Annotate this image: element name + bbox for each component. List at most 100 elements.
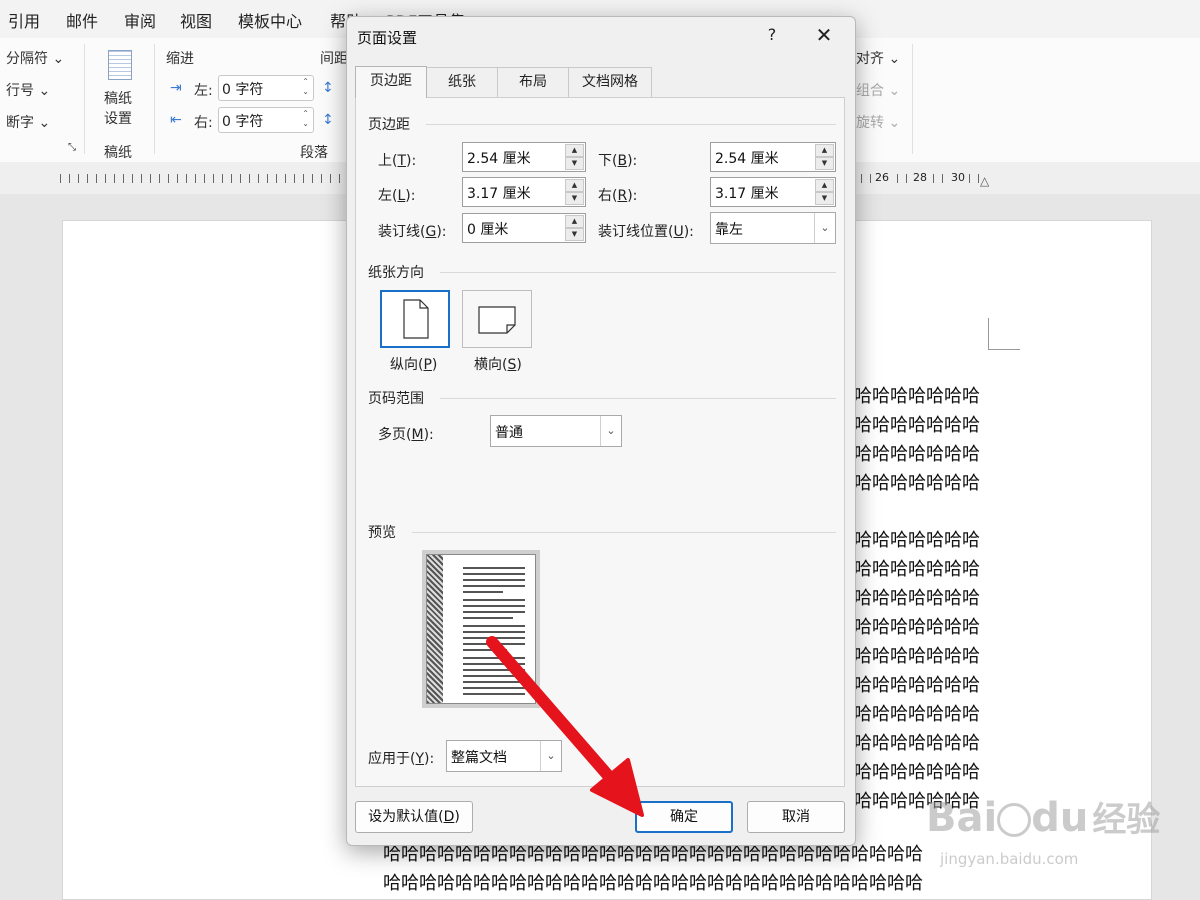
spin-down-icon[interactable]: ▼ [565,228,584,241]
gutter-position-label: 装订线位置(U): [598,224,694,240]
document-line[interactable]: 哈哈哈哈哈哈哈 [854,729,980,755]
close-icon[interactable]: ✕ [813,23,835,47]
hyphenation-button[interactable]: 断字 ⌄ [6,112,50,132]
chevron-down-icon[interactable]: ⌄ [814,213,835,243]
document-line[interactable]: 哈哈哈哈哈哈哈 [854,555,980,581]
preview-text-line [463,611,525,613]
tab-document-grid[interactable]: 文档网格 [568,67,652,97]
ribbon-divider [84,44,85,154]
margins-section-title: 页边距 [368,117,410,133]
spin-up-icon[interactable]: ▲ [565,144,584,157]
tab-layout[interactable]: 布局 [497,67,569,97]
landscape-option[interactable] [462,290,532,348]
portrait-label: 纵向(P) [390,357,438,373]
document-line[interactable]: 哈哈哈哈哈哈哈 [854,469,980,495]
portrait-option[interactable] [380,290,450,348]
preview-text-line [463,657,525,659]
document-line[interactable]: 哈哈哈哈哈哈哈 [854,382,980,408]
cancel-button[interactable]: 取消 [747,801,845,833]
gutter-position-select[interactable]: 靠左 ⌄ [710,212,836,244]
rotate-button[interactable]: 旋转 ⌄ [856,112,900,132]
multiple-pages-select[interactable]: 普通 ⌄ [490,415,622,447]
spin-up-icon[interactable]: ▲ [815,144,834,157]
draft-settings-line1[interactable]: 稿纸 [104,88,132,108]
document-line[interactable]: 哈哈哈哈哈哈哈 [854,758,980,784]
preview-text-line [463,599,525,601]
line-numbers-button[interactable]: 行号 ⌄ [6,80,50,100]
preview-gutter [427,555,443,703]
menu-view[interactable]: 视图 [180,8,212,32]
menu-mailings[interactable]: 邮件 [66,8,98,32]
preview-text-line [463,585,525,587]
draft-paper-icon[interactable] [108,50,132,80]
spin-down-icon[interactable]: ▼ [565,192,584,205]
page-setup-launcher-icon[interactable]: ⤡ [68,142,76,153]
section-divider [426,124,836,125]
gutter-input[interactable]: 0 厘米 ▲ ▼ [462,213,586,243]
left-margin-input[interactable]: 3.17 厘米 ▲ ▼ [462,177,586,207]
preview-text-line [463,643,525,645]
indent-right-input[interactable]: 0 字符 ⌃ ⌄ [218,107,314,133]
preview-text-line [463,693,525,695]
document-line[interactable]: 哈哈哈哈哈哈哈 [854,700,980,726]
preview-text-line [463,681,525,683]
spin-down-icon[interactable]: ▼ [815,192,834,205]
draft-group-label: 稿纸 [104,145,132,161]
draft-settings-line2[interactable]: 设置 [104,108,132,128]
ruler-label: 28 [910,171,930,184]
top-margin-label: 上(T): [378,153,417,169]
chevron-down-icon[interactable]: ⌄ [540,741,561,771]
spin-down-icon[interactable]: ▼ [815,157,834,170]
right-margin-label: 右(R): [598,188,638,204]
preview-text-line [463,631,525,633]
help-icon[interactable]: ? [763,25,781,44]
ribbon-divider [154,44,155,154]
indent-left-input[interactable]: 0 字符 ⌃ ⌄ [218,75,314,101]
preview-thumbnail [422,550,540,708]
landscape-page-icon [478,306,516,334]
preview-text-line [463,625,525,627]
menu-references[interactable]: 引用 [8,8,40,32]
align-button[interactable]: 对齐 ⌄ [856,48,900,68]
breaks-button[interactable]: 分隔符 ⌄ [6,48,64,68]
spin-up-icon[interactable]: ▲ [565,215,584,228]
menu-template-center[interactable]: 模板中心 [238,8,302,32]
margin-corner-mark [988,318,1020,350]
menu-review[interactable]: 审阅 [124,8,156,32]
preview-text-line [463,687,525,689]
apply-to-select[interactable]: 整篇文档 ⌄ [446,740,562,772]
document-line[interactable]: 哈哈哈哈哈哈哈 [854,584,980,610]
indent-title: 缩进 [166,51,194,67]
chevron-down-icon[interactable]: ⌄ [600,416,621,446]
group-button[interactable]: 组合 ⌄ [856,80,900,100]
document-line[interactable]: 哈哈哈哈哈哈哈哈哈哈哈哈哈哈哈哈哈哈哈哈哈哈哈哈哈哈哈哈哈哈 [383,869,923,895]
document-line[interactable]: 哈哈哈哈哈哈哈 [854,440,980,466]
spin-up-icon[interactable]: ▲ [565,179,584,192]
right-indent-marker-icon[interactable]: △ [980,174,989,188]
left-margin-label: 左(L): [378,188,416,204]
document-line[interactable]: 哈哈哈哈哈哈哈 [854,526,980,552]
spin-down-icon[interactable]: ▼ [565,157,584,170]
preview-section-title: 预览 [368,525,396,541]
top-margin-input[interactable]: 2.54 厘米 ▲ ▼ [462,142,586,172]
document-line[interactable]: 哈哈哈哈哈哈哈 [854,613,980,639]
set-default-button[interactable]: 设为默认值(D) [355,801,473,833]
spacing-before-icon: ↕ [322,80,334,96]
indent-right-icon: ⇤ [170,112,182,128]
preview-text-line [463,669,525,671]
preview-text-line [463,591,503,593]
preview-text-line [463,663,525,665]
preview-text-line [463,617,513,619]
tab-paper[interactable]: 纸张 [426,67,498,97]
tab-margins[interactable]: 页边距 [355,66,427,98]
landscape-label: 横向(S) [474,357,522,373]
document-line[interactable]: 哈哈哈哈哈哈哈 [854,671,980,697]
ok-button[interactable]: 确定 [635,801,733,833]
preview-text-line [463,579,525,581]
spin-up-icon[interactable]: ▲ [815,179,834,192]
bottom-margin-input[interactable]: 2.54 厘米 ▲ ▼ [710,142,836,172]
document-line[interactable]: 哈哈哈哈哈哈哈 [854,411,980,437]
right-margin-input[interactable]: 3.17 厘米 ▲ ▼ [710,177,836,207]
document-line[interactable]: 哈哈哈哈哈哈哈 [854,642,980,668]
preview-text-line [463,573,525,575]
